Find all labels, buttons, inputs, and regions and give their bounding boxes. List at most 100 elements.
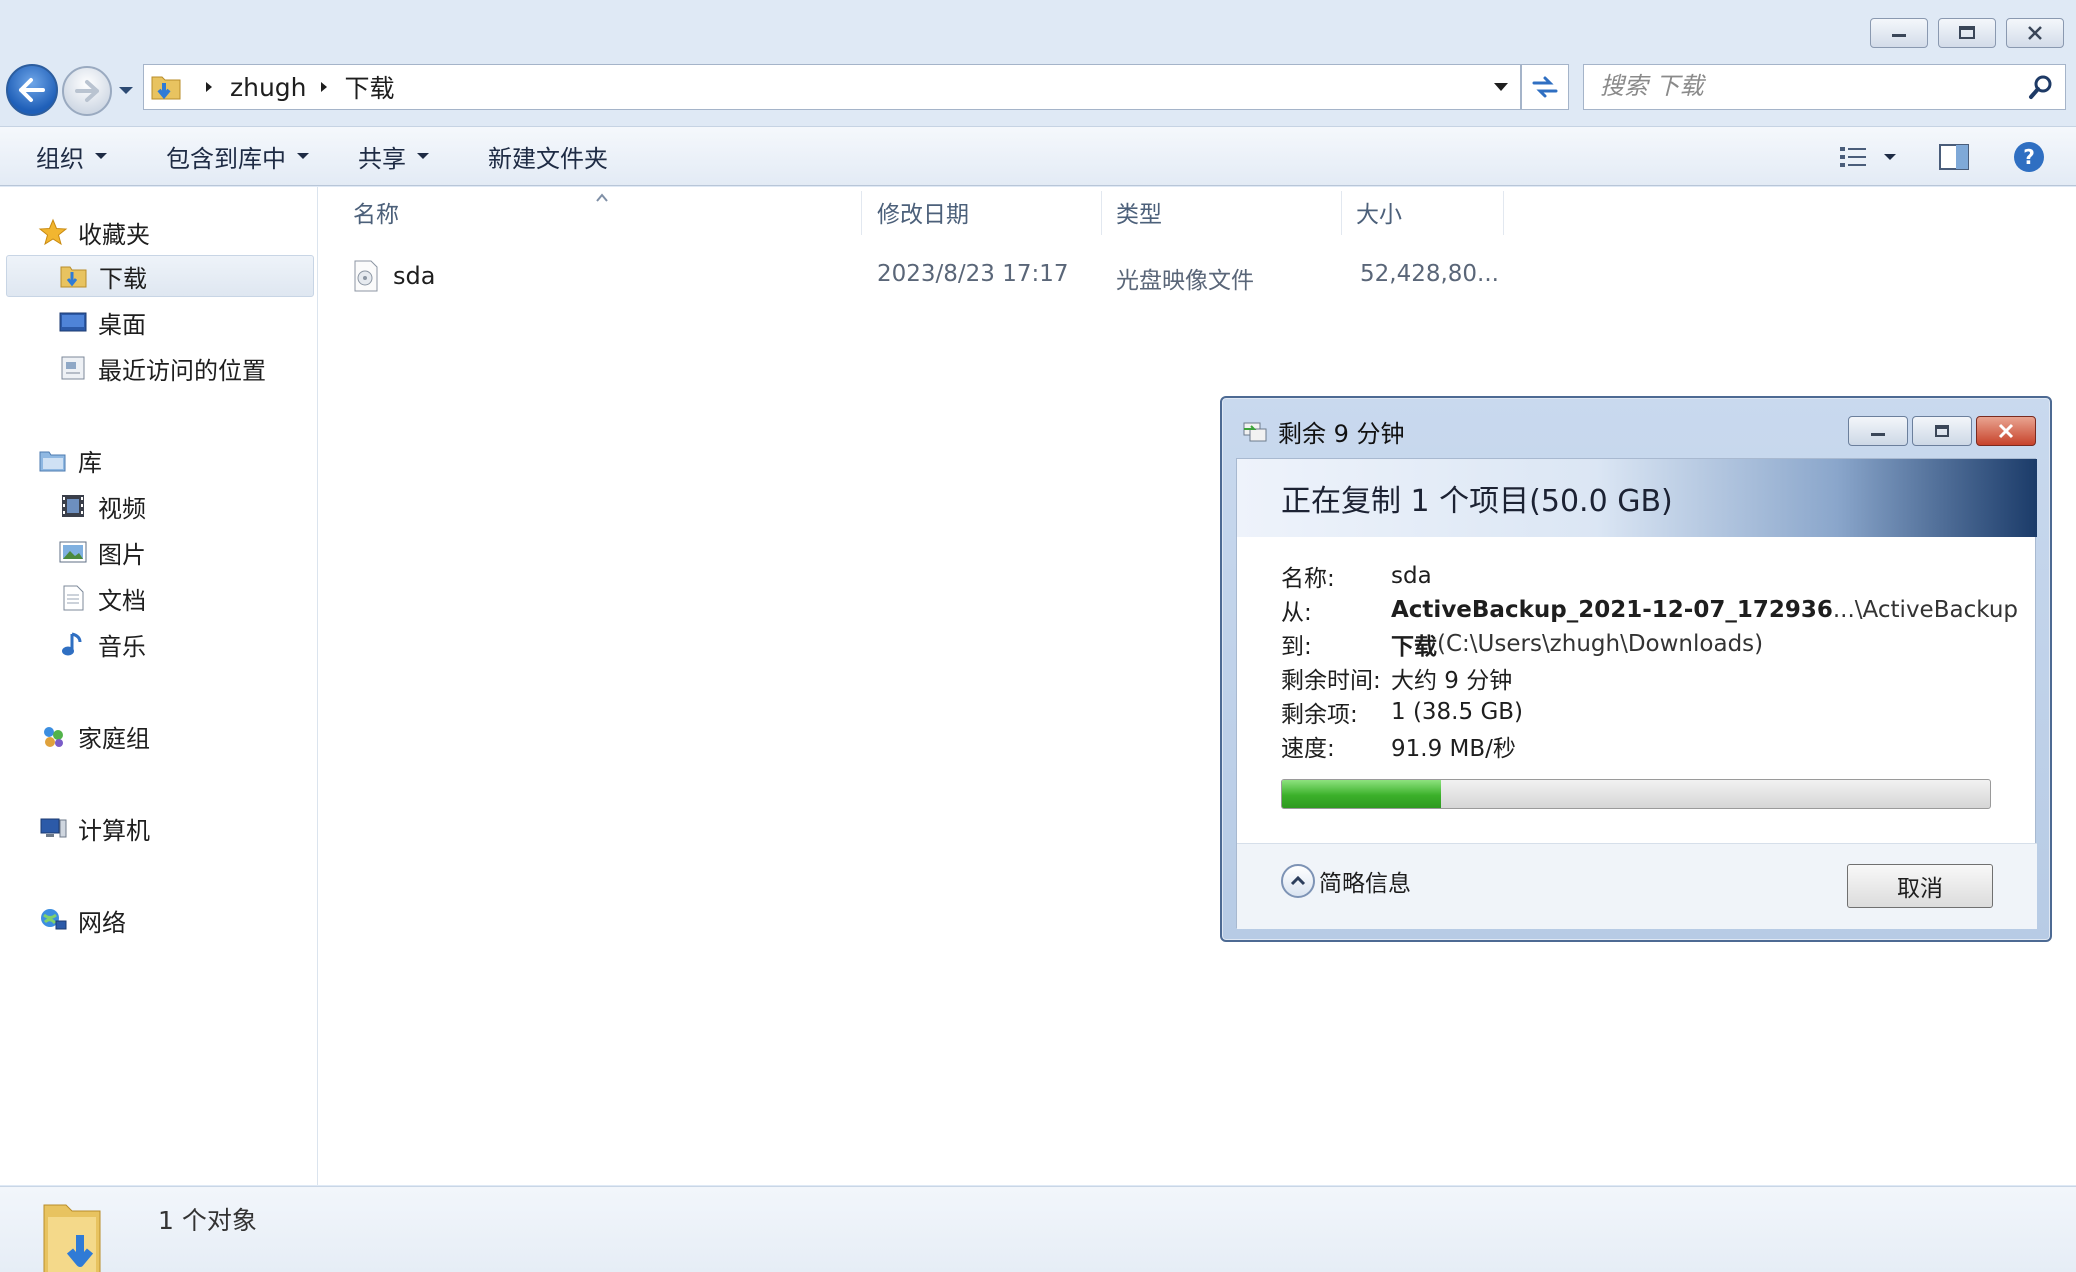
forward-button[interactable] bbox=[62, 66, 112, 116]
column-header-modified[interactable]: 修改日期 bbox=[877, 187, 969, 237]
column-divider[interactable] bbox=[1503, 191, 1504, 235]
computer-icon bbox=[40, 818, 67, 838]
nav-desktop[interactable]: 桌面 bbox=[58, 301, 146, 343]
close-button[interactable] bbox=[2006, 18, 2064, 48]
minimize-button[interactable] bbox=[1870, 18, 1928, 48]
column-divider[interactable] bbox=[861, 191, 862, 235]
dialog-minimize-button[interactable] bbox=[1848, 416, 1908, 446]
info-from-path: ...\ActiveBackup bbox=[1832, 597, 2019, 623]
info-to-label: 到: bbox=[1281, 634, 1312, 660]
breadcrumb-separator-icon[interactable] bbox=[317, 80, 331, 94]
downloads-folder-icon bbox=[151, 76, 181, 100]
dialog-close-button[interactable] bbox=[1976, 416, 2036, 446]
column-header-size[interactable]: 大小 bbox=[1356, 187, 1402, 237]
recent-pages-dropdown-icon[interactable] bbox=[116, 82, 136, 98]
documents-icon bbox=[63, 585, 84, 611]
search-box[interactable] bbox=[1583, 64, 2066, 110]
dialog-title: 剩余 9 分钟 bbox=[1278, 420, 1405, 448]
nav-downloads[interactable]: 下载 bbox=[6, 255, 314, 297]
help-icon[interactable]: ? bbox=[2012, 140, 2046, 174]
column-header-name[interactable]: 名称 bbox=[353, 187, 399, 237]
nav-recent-places-label: 最近访问的位置 bbox=[98, 356, 266, 385]
dialog-body: 正在复制 1 个项目(50.0 GB) 名称: sda 从: ActiveBac… bbox=[1236, 458, 2037, 929]
view-options-icon[interactable] bbox=[1838, 144, 1870, 170]
nav-favorites[interactable]: 收藏夹 bbox=[38, 211, 150, 253]
music-icon bbox=[62, 632, 82, 656]
chevron-up-icon bbox=[1281, 864, 1315, 898]
nav-computer[interactable]: 计算机 bbox=[38, 807, 150, 849]
recent-places-icon bbox=[61, 356, 85, 380]
navigation-pane: 收藏夹 下载 桌面 最近访问的位置 库 视频 图片 文档 音乐 家庭组 计算机 … bbox=[0, 187, 318, 1185]
toolbar-right: ? bbox=[1838, 127, 2076, 187]
back-button[interactable] bbox=[6, 64, 58, 116]
breadcrumb-user[interactable]: zhugh bbox=[230, 73, 307, 102]
info-time-label: 剩余时间: bbox=[1281, 668, 1381, 694]
info-items-value: 1 (38.5 GB) bbox=[1391, 699, 1524, 725]
minimize-icon bbox=[1892, 34, 1906, 37]
info-name-row: 名称: sda bbox=[1281, 559, 2018, 593]
copy-details: 名称: sda 从: ActiveBackup_2021-12-07_17293… bbox=[1281, 559, 2018, 763]
nav-homegroup[interactable]: 家庭组 bbox=[38, 715, 150, 757]
fewer-details-toggle[interactable]: 简略信息 bbox=[1281, 864, 1411, 898]
chevron-down-icon bbox=[297, 153, 309, 159]
downloads-folder-icon bbox=[43, 1204, 101, 1272]
file-modified: 2023/8/23 17:17 bbox=[877, 261, 1069, 287]
homegroup-icon bbox=[44, 727, 63, 747]
share-menu[interactable]: 共享 bbox=[358, 139, 430, 174]
search-icon[interactable] bbox=[2027, 73, 2055, 101]
nav-favorites-label: 收藏夹 bbox=[78, 220, 150, 249]
address-bar[interactable]: zhugh 下载 bbox=[143, 64, 1521, 110]
nav-network[interactable]: 网络 bbox=[38, 899, 126, 941]
dialog-title-bar: 剩余 9 分钟 bbox=[1240, 414, 1405, 449]
dialog-caption-buttons bbox=[1848, 416, 2036, 446]
organize-menu[interactable]: 组织 bbox=[36, 139, 108, 174]
breadcrumb-separator-icon[interactable] bbox=[202, 80, 216, 94]
info-name-value: sda bbox=[1391, 563, 1432, 589]
network-icon bbox=[41, 909, 67, 930]
column-header-type[interactable]: 类型 bbox=[1116, 187, 1162, 237]
column-divider[interactable] bbox=[1101, 191, 1102, 235]
nav-recent-places[interactable]: 最近访问的位置 bbox=[58, 347, 266, 389]
info-speed-row: 速度: 91.9 MB/秒 bbox=[1281, 729, 2018, 763]
dialog-maximize-button[interactable] bbox=[1912, 416, 1972, 446]
info-items-row: 剩余项: 1 (38.5 GB) bbox=[1281, 695, 2018, 729]
file-row[interactable]: sda bbox=[349, 255, 435, 297]
info-to-path: (C:\Users\zhugh\Downloads) bbox=[1437, 631, 1764, 657]
address-history-dropdown-icon[interactable] bbox=[1492, 80, 1510, 94]
refresh-button[interactable] bbox=[1521, 64, 1569, 110]
new-folder-button[interactable]: 新建文件夹 bbox=[488, 139, 608, 174]
nav-pictures[interactable]: 图片 bbox=[58, 531, 146, 573]
search-input[interactable] bbox=[1600, 65, 2020, 107]
explorer-window: zhugh 下载 组织 包含到库中 共享 新建文件夹 bbox=[0, 0, 2076, 1272]
info-from-label: 从: bbox=[1281, 600, 1312, 626]
close-icon bbox=[2028, 26, 2042, 40]
copy-progress-bar bbox=[1281, 779, 1991, 809]
video-icon bbox=[62, 495, 84, 517]
maximize-icon bbox=[1935, 425, 1949, 437]
chevron-down-icon bbox=[417, 153, 429, 159]
info-time-value: 大约 9 分钟 bbox=[1391, 668, 1513, 694]
nav-downloads-label: 下载 bbox=[99, 264, 147, 293]
include-in-library-menu[interactable]: 包含到库中 bbox=[166, 139, 310, 174]
copy-icon bbox=[1243, 422, 1267, 441]
nav-libraries[interactable]: 库 bbox=[38, 439, 102, 481]
preview-pane-icon[interactable] bbox=[1938, 143, 1970, 171]
back-arrow-icon bbox=[19, 78, 45, 102]
breadcrumb-downloads[interactable]: 下载 bbox=[345, 69, 395, 105]
info-from-source[interactable]: ActiveBackup_2021-12-07_172936 bbox=[1391, 597, 1833, 623]
chevron-down-icon[interactable] bbox=[1882, 151, 1898, 163]
info-speed-value: 91.9 MB/秒 bbox=[1391, 736, 1516, 762]
cancel-button[interactable]: 取消 bbox=[1847, 864, 1993, 908]
svg-text:?: ? bbox=[2023, 145, 2035, 169]
close-icon bbox=[1998, 423, 2014, 439]
info-to-destination[interactable]: 下载 bbox=[1391, 627, 1437, 661]
nav-documents[interactable]: 文档 bbox=[58, 577, 146, 619]
file-type: 光盘映像文件 bbox=[1116, 268, 1254, 294]
maximize-button[interactable] bbox=[1938, 18, 1996, 48]
column-divider[interactable] bbox=[1341, 191, 1342, 235]
nav-videos-label: 视频 bbox=[98, 494, 146, 523]
nav-videos[interactable]: 视频 bbox=[58, 485, 146, 527]
info-name-label: 名称: bbox=[1281, 566, 1335, 592]
nav-music[interactable]: 音乐 bbox=[58, 623, 146, 665]
desktop-icon bbox=[59, 312, 87, 332]
